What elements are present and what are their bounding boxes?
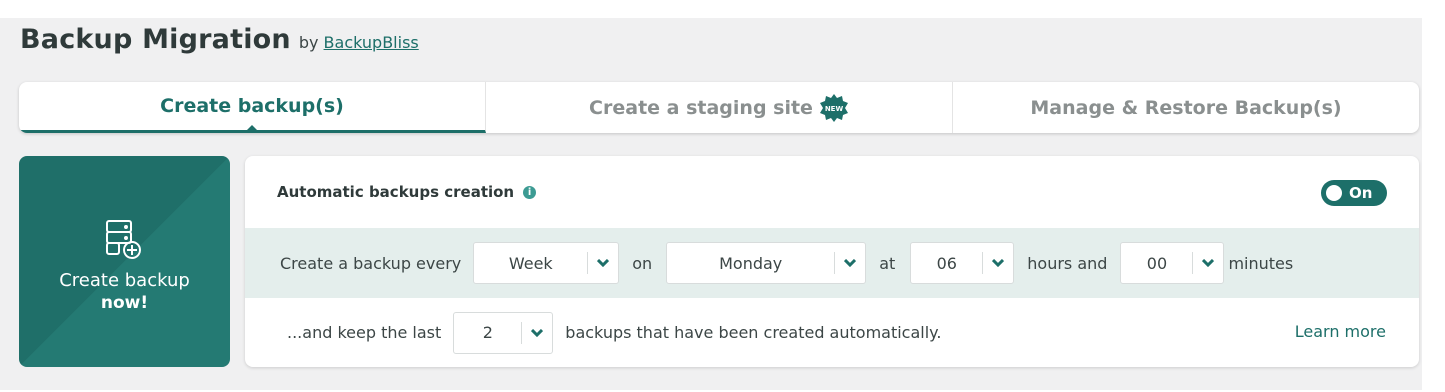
create-backup-label: Create backup [59, 269, 190, 291]
page-header: Backup Migration by BackupBliss [20, 24, 419, 60]
tab-manage-restore[interactable]: Manage & Restore Backup(s) [953, 82, 1419, 133]
tab-staging-site[interactable]: Create a staging site NEW [486, 82, 953, 133]
server-add-icon [105, 219, 141, 259]
minutes-value: 00 [1146, 253, 1168, 273]
hours-select[interactable]: 06 [910, 242, 1015, 284]
chevron-down-icon [1193, 259, 1223, 267]
chevron-down-icon [835, 259, 865, 267]
chevron-down-icon [588, 259, 618, 267]
keep-count-select[interactable]: 2 [453, 311, 554, 354]
keep-count-value: 2 [482, 323, 493, 342]
byline-prefix: by [298, 33, 319, 52]
day-value: Monday [719, 253, 783, 273]
hours-value: 06 [936, 253, 957, 273]
keep-prefix: ...and keep the last [287, 323, 442, 342]
keep-last-row: ...and keep the last 2 backups that have… [245, 298, 1419, 367]
minutes-select[interactable]: 00 [1120, 242, 1225, 284]
create-backup-now-label: now! [100, 292, 149, 313]
tab-create-backups[interactable]: Create backup(s) [19, 82, 486, 133]
on-text: on [632, 253, 653, 273]
minutes-text: minutes [1228, 253, 1294, 273]
chevron-down-icon [522, 328, 552, 337]
info-icon[interactable]: i [523, 185, 537, 199]
new-badge-text: NEW [825, 105, 844, 113]
tab-label: Manage & Restore Backup(s) [1030, 96, 1342, 119]
active-tab-caret [246, 125, 258, 131]
at-text: at [879, 253, 896, 273]
byline: by BackupBliss [299, 33, 419, 52]
page-title: Backup Migration [20, 24, 291, 55]
toggle-knob [1326, 185, 1342, 201]
new-badge-icon: NEW [819, 93, 848, 122]
tab-bar: Create backup(s) Create a staging site N… [19, 82, 1419, 133]
chevron-down-icon [983, 259, 1013, 267]
frequency-value: Week [508, 253, 553, 273]
automatic-backups-panel: Automatic backups creation i On Create a… [245, 156, 1419, 367]
author-link[interactable]: BackupBliss [324, 33, 419, 52]
create-backup-now-button[interactable]: Create backup now! [19, 156, 230, 367]
auto-backups-toggle[interactable]: On [1321, 180, 1387, 206]
keep-suffix: backups that have been created automatic… [565, 323, 942, 342]
tab-label: Create backup(s) [160, 95, 344, 117]
learn-more-link[interactable]: Learn more [1295, 322, 1386, 341]
auto-backups-label: Automatic backups creation [277, 183, 515, 201]
auto-backups-header: Automatic backups creation i On [245, 156, 1419, 228]
schedule-prefix: Create a backup every [280, 253, 462, 273]
hours-and-text: hours and [1027, 253, 1108, 273]
frequency-select[interactable]: Week [473, 242, 620, 284]
day-select[interactable]: Monday [666, 242, 867, 284]
tab-label: Create a staging site [589, 96, 813, 119]
toggle-label: On [1349, 184, 1373, 202]
schedule-row: Create a backup every Week on Monday at … [245, 228, 1419, 298]
